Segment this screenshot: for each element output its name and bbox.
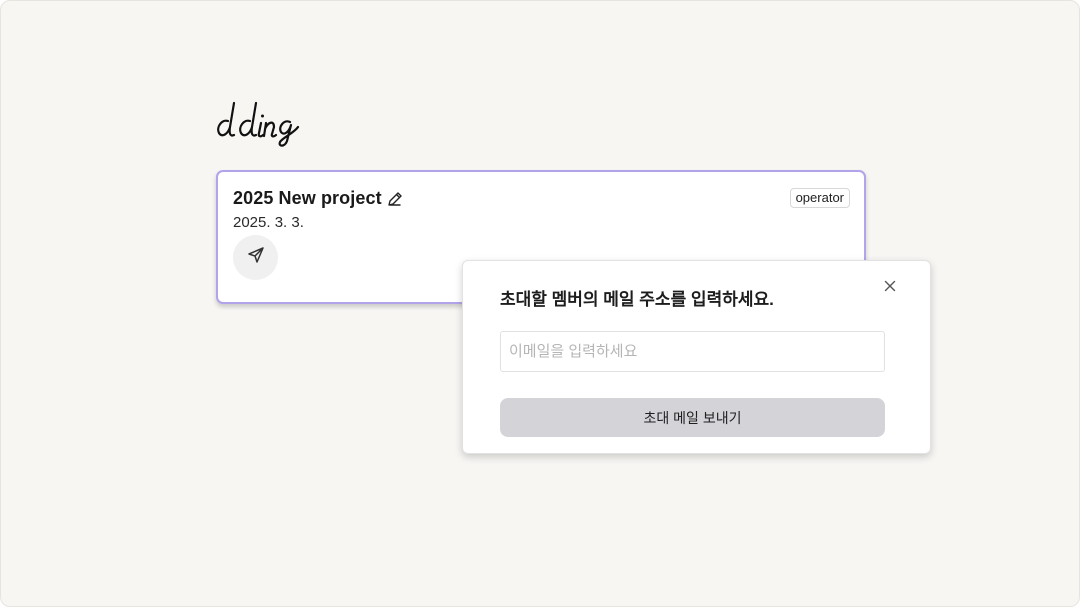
send-invite-button[interactable] bbox=[233, 235, 278, 280]
close-icon bbox=[882, 280, 898, 298]
paper-plane-icon bbox=[247, 246, 265, 269]
pencil-icon[interactable] bbox=[386, 190, 404, 208]
project-date: 2025. 3. 3. bbox=[233, 214, 304, 231]
project-title-row: 2025 New project bbox=[233, 188, 404, 209]
email-input[interactable] bbox=[500, 331, 885, 372]
app-logo: dding bbox=[214, 97, 324, 149]
close-button[interactable] bbox=[882, 278, 898, 294]
invite-member-popup: 초대할 멤버의 메일 주소를 입력하세요. 초대 메일 보내기 bbox=[462, 260, 931, 454]
app-frame: dding 2025 New project 2025. 3. 3. opera… bbox=[0, 0, 1080, 607]
send-invite-email-button[interactable]: 초대 메일 보내기 bbox=[500, 398, 885, 437]
project-title: 2025 New project bbox=[233, 188, 382, 208]
invite-title: 초대할 멤버의 메일 주소를 입력하세요. bbox=[500, 290, 774, 309]
logo-wordmark bbox=[217, 101, 300, 147]
role-badge: operator bbox=[789, 188, 850, 208]
